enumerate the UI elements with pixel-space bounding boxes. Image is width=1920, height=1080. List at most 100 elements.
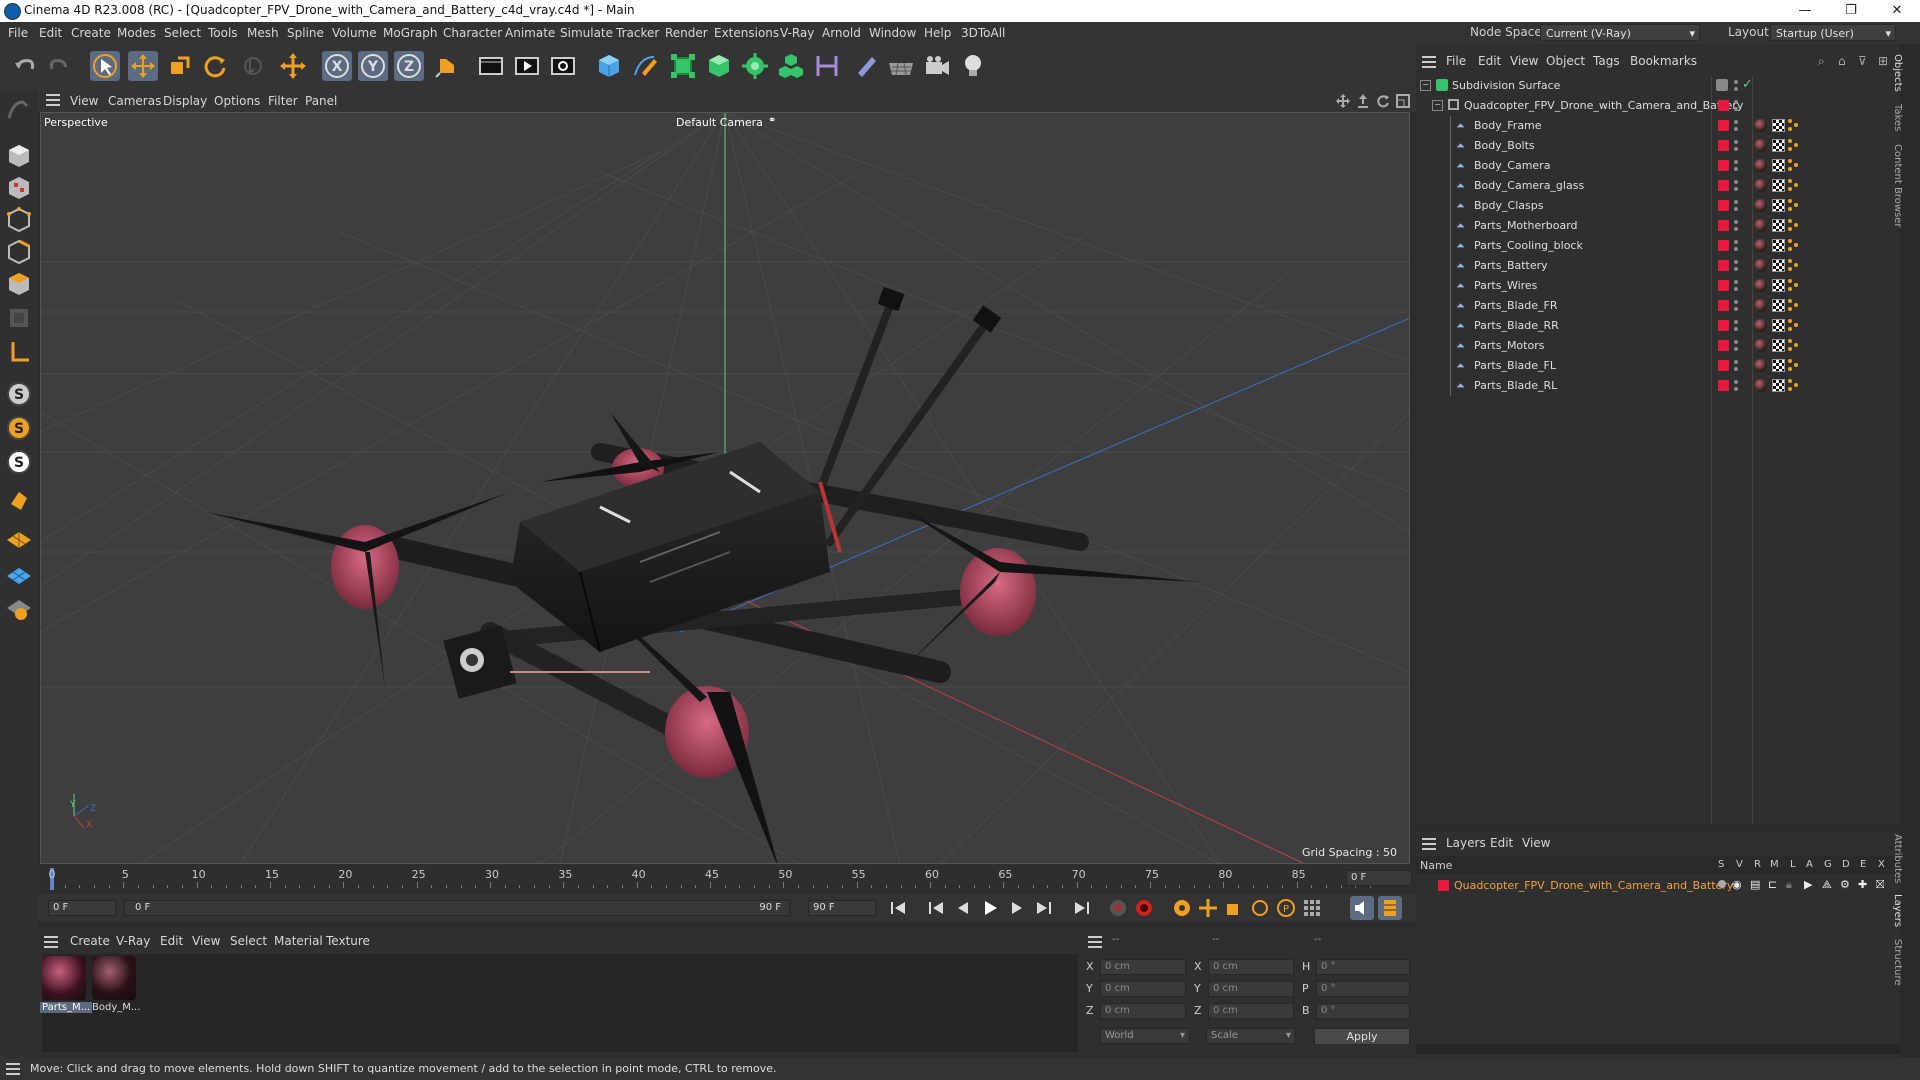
motion-sound-icon[interactable]: [1350, 896, 1374, 920]
vray-tag-icon[interactable]: [1788, 159, 1800, 172]
object-row[interactable]: ⏶ Parts_Blade_RR: [1416, 316, 1900, 336]
tweak-mode-icon[interactable]: [5, 486, 33, 514]
go-to-end-icon[interactable]: [1072, 898, 1092, 918]
move-tool-icon[interactable]: [128, 51, 158, 81]
menu-modes[interactable]: Modes: [117, 26, 156, 40]
vray-tag-icon[interactable]: [1788, 179, 1800, 192]
objects-menu-object[interactable]: Object: [1546, 54, 1585, 68]
size-y-field[interactable]: 0 cm: [1208, 981, 1294, 997]
material-tag-icon[interactable]: [1754, 239, 1767, 252]
visibility-dots-icon[interactable]: [1734, 319, 1738, 333]
next-frame-icon[interactable]: [1008, 898, 1028, 918]
hamburger-icon[interactable]: [44, 936, 58, 951]
expressions-icon[interactable]: ✚: [1858, 878, 1867, 891]
layers-menu-view[interactable]: View: [1522, 836, 1550, 850]
solo-icon[interactable]: [1718, 880, 1726, 888]
material-tag-icon[interactable]: [1754, 279, 1767, 292]
visibility-dots-icon[interactable]: [1734, 239, 1738, 253]
menu-mograph[interactable]: MoGraph: [383, 26, 438, 40]
render-to-picture-viewer-icon[interactable]: [512, 51, 542, 81]
visibility-dots-icon[interactable]: [1734, 359, 1738, 373]
redo-icon[interactable]: [44, 51, 74, 81]
uvw-tag-icon[interactable]: [1772, 279, 1785, 292]
key-rotation-icon[interactable]: [1250, 898, 1270, 918]
snap-settings-icon[interactable]: S: [5, 414, 33, 442]
vray-tag-icon[interactable]: [1788, 239, 1800, 252]
coordinate-system-select[interactable]: World ▾: [1100, 1028, 1190, 1044]
uvw-tag-icon[interactable]: [1772, 159, 1785, 172]
material-menu-create[interactable]: Create: [70, 934, 110, 948]
generators-icon[interactable]: ⟁: [1822, 878, 1832, 892]
render-settings-icon[interactable]: [548, 51, 578, 81]
layers-menu-edit[interactable]: Edit: [1490, 836, 1513, 850]
previous-frame-icon[interactable]: [952, 898, 972, 918]
material-tag-icon[interactable]: [1754, 159, 1767, 172]
edges-mode-icon[interactable]: [5, 238, 33, 266]
viewport-move-icon[interactable]: [1336, 94, 1350, 111]
material-tag-icon[interactable]: [1754, 139, 1767, 152]
rotate-tool-icon[interactable]: [200, 51, 230, 81]
material-swatch-body[interactable]: [92, 956, 136, 1000]
menu-volume[interactable]: Volume: [332, 26, 377, 40]
snap-icon[interactable]: S: [5, 380, 33, 408]
material-tag-icon[interactable]: [1754, 259, 1767, 272]
workplane-snap-icon[interactable]: S: [5, 448, 33, 476]
uvw-tag-icon[interactable]: [1772, 359, 1785, 372]
material-tag-icon[interactable]: [1754, 299, 1767, 312]
animation-icon[interactable]: ▶: [1804, 878, 1812, 891]
vray-tag-icon[interactable]: [1788, 259, 1800, 272]
pos-y-field[interactable]: 0 cm: [1100, 981, 1186, 997]
size-x-field[interactable]: 0 cm: [1208, 959, 1294, 975]
previous-key-icon[interactable]: [926, 898, 946, 918]
material-tag-icon[interactable]: [1754, 199, 1767, 212]
light-object-icon[interactable]: [958, 51, 988, 81]
visibility-dots-icon[interactable]: [1734, 179, 1738, 193]
tab-content-browser[interactable]: Content Browser: [1892, 144, 1903, 227]
viewport-menu-view[interactable]: View: [70, 94, 98, 108]
tab-layers[interactable]: Layers: [1892, 894, 1903, 927]
maximize-button[interactable]: ❐: [1828, 0, 1874, 22]
menu-3dtoall[interactable]: 3DToAll: [961, 26, 1005, 40]
object-row[interactable]: ⏶ Parts_Wires: [1416, 276, 1900, 296]
vray-tag-icon[interactable]: [1788, 379, 1800, 392]
collapse-icon[interactable]: −: [1432, 100, 1443, 111]
menu-tools[interactable]: Tools: [208, 26, 238, 40]
menu-arnold[interactable]: Arnold: [822, 26, 861, 40]
vray-tag-icon[interactable]: [1788, 279, 1800, 292]
vray-tag-icon[interactable]: [1788, 339, 1800, 352]
uvw-tag-icon[interactable]: [1772, 219, 1785, 232]
layers-menu-layers[interactable]: Layers: [1446, 836, 1486, 850]
next-key-icon[interactable]: [1034, 898, 1054, 918]
pos-z-field[interactable]: 0 cm: [1100, 1003, 1186, 1019]
uvw-tag-icon[interactable]: [1772, 259, 1785, 272]
object-row[interactable]: ⏶ Bpdy_Clasps: [1416, 196, 1900, 216]
uvw-tag-icon[interactable]: [1772, 199, 1785, 212]
enabled-check-icon[interactable]: ✓: [1742, 77, 1753, 92]
objects-menu-edit[interactable]: Edit: [1478, 54, 1501, 68]
visibility-dots-icon[interactable]: [1734, 99, 1738, 113]
viewport-menu-display[interactable]: Display: [163, 94, 207, 108]
rot-p-field[interactable]: 0 °: [1316, 981, 1410, 997]
horizontal-scrollbar[interactable]: [1416, 1044, 1900, 1054]
viewport-menu-filter[interactable]: Filter: [268, 94, 298, 108]
tab-takes[interactable]: Takes: [1892, 104, 1903, 131]
polygons-mode-icon[interactable]: [5, 270, 33, 298]
vray-tag-icon[interactable]: [1788, 119, 1800, 132]
tab-objects[interactable]: Objects: [1892, 54, 1903, 92]
xref-icon[interactable]: ⛝: [1876, 878, 1884, 892]
visibility-dots-icon[interactable]: [1734, 79, 1738, 93]
vray-tag-icon[interactable]: [1788, 299, 1800, 312]
visibility-dots-icon[interactable]: [1734, 139, 1738, 153]
visibility-dots-icon[interactable]: [1734, 259, 1738, 273]
viewport-rotate-icon[interactable]: [1376, 94, 1390, 111]
x-axis-lock-icon[interactable]: X: [322, 51, 352, 81]
size-z-field[interactable]: 0 cm: [1208, 1003, 1294, 1019]
key-scale-icon[interactable]: [1224, 898, 1244, 918]
object-row[interactable]: ⏶ Body_Frame: [1416, 116, 1900, 136]
menu-animate[interactable]: Animate: [505, 26, 555, 40]
menu-file[interactable]: File: [8, 26, 28, 40]
hamburger-icon[interactable]: [6, 1063, 20, 1078]
uvw-tag-icon[interactable]: [1772, 239, 1785, 252]
pen-spline-icon[interactable]: [630, 51, 660, 81]
object-row[interactable]: ⏶ Parts_Motherboard: [1416, 216, 1900, 236]
